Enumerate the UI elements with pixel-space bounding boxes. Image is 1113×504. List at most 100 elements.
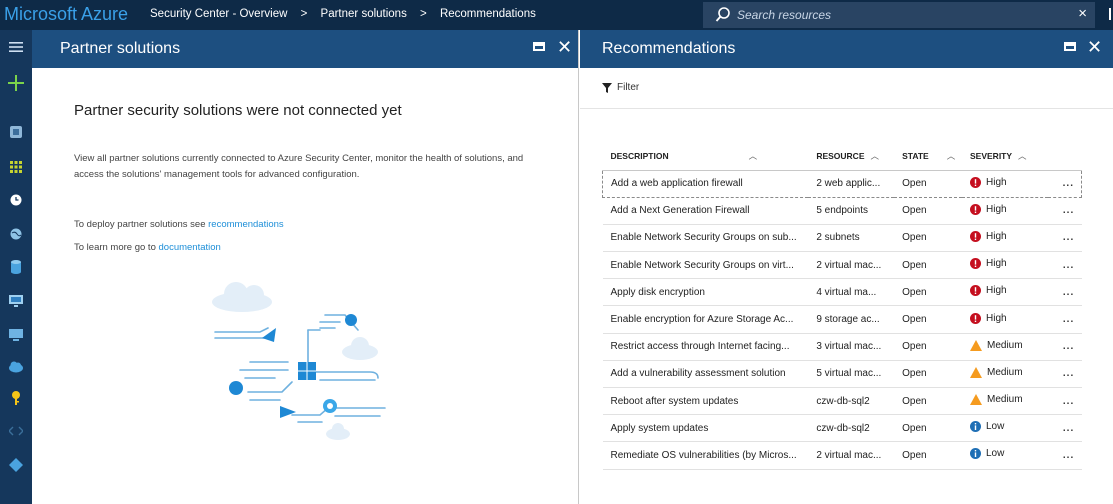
table-row[interactable]: Enable encryption for Azure Storage Ac..… xyxy=(602,305,1082,334)
table-row[interactable]: Reboot after system updates czw-db-sql2 Op… xyxy=(602,387,1082,416)
recommendations-table: DESCRIPTION ︿ RESOURCE ︿ STATE ︿ SEVERITY ︿ … xyxy=(602,142,1082,470)
maximize-icon xyxy=(1064,42,1076,51)
maximize-button[interactable] xyxy=(1062,39,1078,55)
more-options-button[interactable]: ... xyxy=(1047,387,1082,416)
recommendation-state: Open xyxy=(894,197,962,225)
close-button[interactable]: ✕ xyxy=(557,38,573,56)
documentation-link[interactable]: documentation xyxy=(159,242,221,253)
column-header-state[interactable]: STATE ︿ xyxy=(894,142,962,171)
azure-brand[interactable]: Microsoft Azure xyxy=(4,4,128,25)
recommendation-resource: 3 virtual mac... xyxy=(808,333,895,361)
key-icon[interactable] xyxy=(0,383,32,413)
recommendation-description: Add a vulnerability assessment solution xyxy=(602,360,809,389)
table-header-row: DESCRIPTION ︿ RESOURCE ︿ STATE ︿ SEVERITY ︿ xyxy=(602,142,1082,171)
more-options-button[interactable]: ... xyxy=(1047,360,1082,389)
more-options-button[interactable]: ... xyxy=(1047,169,1082,198)
table-row[interactable]: Enable Network Security Groups on sub...… xyxy=(602,224,1082,253)
more-options-button[interactable]: ... xyxy=(1047,224,1082,253)
clock-icon[interactable] xyxy=(0,185,32,215)
plus-icon[interactable] xyxy=(0,68,32,98)
partner-solutions-header: Partner solutions ✕ xyxy=(32,30,578,68)
recommendation-description: Enable Network Security Groups on virt..… xyxy=(602,251,809,280)
code-icon[interactable] xyxy=(0,416,32,446)
more-options-button[interactable]: ... xyxy=(1047,251,1082,280)
filter-button[interactable]: Filter xyxy=(602,82,639,93)
high-severity-icon xyxy=(970,312,981,324)
more-options-button[interactable]: ... xyxy=(1047,278,1082,307)
table-row[interactable]: Add a web application firewall 2 web appl… xyxy=(602,169,1082,198)
table-row[interactable]: Apply disk encryption 4 virtual ma... Open… xyxy=(602,278,1082,307)
recommendation-state: Open xyxy=(894,169,962,198)
sql-database-icon[interactable] xyxy=(0,252,32,282)
low-severity-icon xyxy=(970,448,981,460)
recommendation-state: Open xyxy=(894,333,962,361)
recommendation-severity: High xyxy=(962,224,1048,253)
recommendation-description: Enable Network Security Groups on sub... xyxy=(602,224,809,253)
severity-label: High xyxy=(986,203,1007,215)
recommendation-description: Reboot after system updates xyxy=(602,387,809,416)
hamburger-icon[interactable] xyxy=(0,32,32,62)
high-severity-icon xyxy=(970,258,981,270)
sort-icon: ︿ xyxy=(946,150,956,161)
search-placeholder: Search resources xyxy=(737,8,832,22)
close-button[interactable]: ✕ xyxy=(1087,38,1103,56)
notification-icon[interactable] xyxy=(1109,8,1111,20)
more-options-button[interactable]: ... xyxy=(1047,197,1082,225)
search-clear-button[interactable]: × xyxy=(1078,5,1087,22)
dashboard-grid-icon[interactable] xyxy=(0,152,32,182)
breadcrumb-recommendations[interactable]: Recommendations xyxy=(440,8,536,20)
severity-label: Medium xyxy=(987,394,1023,406)
severity-label: High xyxy=(986,176,1007,188)
blade-title: Recommendations xyxy=(602,40,736,57)
column-header-description[interactable]: DESCRIPTION ︿ xyxy=(602,142,809,171)
recommendation-resource: 2 web applic... xyxy=(808,169,895,198)
severity-label: High xyxy=(986,312,1007,324)
table-row[interactable]: Apply system updates czw-db-sql2 Open Low..… xyxy=(602,414,1082,443)
table-row[interactable]: Enable Network Security Groups on virt..… xyxy=(602,251,1082,280)
recommendation-severity: Low xyxy=(962,414,1048,443)
partner-heading: Partner security solutions were not conn… xyxy=(74,102,402,119)
high-severity-icon xyxy=(970,285,981,297)
recommendations-link[interactable]: recommendations xyxy=(208,219,284,230)
more-options-button[interactable]: ... xyxy=(1047,305,1082,334)
recommendation-resource: 4 virtual ma... xyxy=(808,278,895,307)
column-header-severity[interactable]: SEVERITY ︿ xyxy=(962,142,1048,171)
recommendation-resource: czw-db-sql2 xyxy=(808,414,895,443)
maximize-icon xyxy=(533,42,545,51)
virtual-machine-icon[interactable] xyxy=(0,286,32,316)
diamond-icon[interactable] xyxy=(0,450,32,480)
recommendation-resource: 5 virtual mac... xyxy=(808,360,895,389)
recommendation-description: Enable encryption for Azure Storage Ac..… xyxy=(602,305,809,334)
more-options-button[interactable]: ... xyxy=(1047,414,1082,443)
recommendation-severity: High xyxy=(962,278,1048,307)
security-center-icon[interactable] xyxy=(0,117,32,147)
breadcrumb-security-center[interactable]: Security Center - Overview xyxy=(150,8,287,20)
sort-icon: ︿ xyxy=(748,150,758,161)
table-row[interactable]: Restrict access through Internet facing.… xyxy=(602,333,1082,361)
recommendation-severity: Low xyxy=(962,441,1048,470)
recommendation-state: Open xyxy=(894,278,962,307)
recommendation-resource: 2 subnets xyxy=(808,224,895,253)
cloud-service-icon[interactable] xyxy=(0,352,32,382)
column-header-resource[interactable]: RESOURCE ︿ xyxy=(808,142,895,171)
recommendation-description: Add a web application firewall xyxy=(602,169,809,198)
table-row[interactable]: Add a Next Generation Firewall 5 endpoint… xyxy=(602,197,1082,225)
filter-icon xyxy=(602,82,612,93)
breadcrumb-partner-solutions[interactable]: Partner solutions xyxy=(321,8,407,20)
recommendation-resource: 2 virtual mac... xyxy=(808,251,895,280)
search-resources-input[interactable]: Search resources × xyxy=(703,2,1095,28)
table-row[interactable]: Add a vulnerability assessment solution 5… xyxy=(602,360,1082,389)
recommendation-description: Apply disk encryption xyxy=(602,278,809,307)
globe-icon[interactable] xyxy=(0,219,32,249)
recommendation-state: Open xyxy=(894,224,962,253)
recommendation-state: Open xyxy=(894,441,962,470)
more-options-button[interactable]: ... xyxy=(1047,333,1082,361)
severity-label: High xyxy=(986,285,1007,297)
maximize-button[interactable] xyxy=(531,39,547,55)
more-options-button[interactable]: ... xyxy=(1047,441,1082,470)
medium-severity-icon xyxy=(970,366,982,378)
recommendation-resource: 2 virtual mac... xyxy=(808,441,895,470)
table-row[interactable]: Remediate OS vulnerabilities (by Micros.… xyxy=(602,441,1082,470)
high-severity-icon xyxy=(970,230,981,242)
monitor-icon[interactable] xyxy=(0,320,32,350)
